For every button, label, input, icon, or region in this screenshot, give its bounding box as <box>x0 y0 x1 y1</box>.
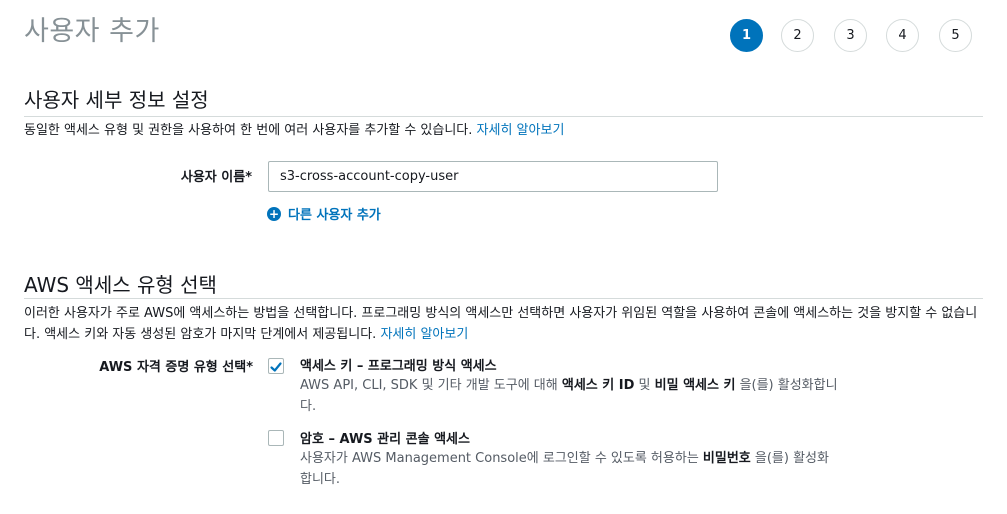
section-divider <box>24 298 983 299</box>
secret-access-key-term: 비밀 액세스 키 <box>654 378 736 393</box>
access-type-description-text: 이러한 사용자가 주로 AWS에 액세스하는 방법을 선택합니다. 프로그래밍 … <box>24 306 978 342</box>
step-1[interactable]: 1 <box>730 19 763 52</box>
add-another-user-link[interactable]: + 다른 사용자 추가 <box>267 204 381 223</box>
password-option-description: 사용자가 AWS Management Console에 로그인할 수 있도록 … <box>300 448 840 490</box>
credential-type-label: AWS 자격 증명 유형 선택* <box>99 360 253 375</box>
access-key-option-title: 액세스 키 – 프로그래밍 방식 액세스 <box>300 359 497 374</box>
access-key-id-term: 액세스 키 ID <box>561 378 635 393</box>
learn-more-link[interactable]: 자세히 알아보기 <box>380 327 468 342</box>
checkmark-icon <box>270 362 282 372</box>
password-checkbox[interactable] <box>268 430 284 446</box>
access-key-desc-text: AWS API, CLI, SDK 및 기타 개발 도구에 대해 <box>300 378 562 393</box>
step-5[interactable]: 5 <box>939 19 972 52</box>
section-divider <box>24 116 983 117</box>
learn-more-link[interactable]: 자세히 알아보기 <box>477 123 565 138</box>
password-option-title: 암호 – AWS 관리 콘솔 액세스 <box>300 432 470 447</box>
page-title: 사용자 추가 <box>24 16 160 47</box>
plus-circle-icon: + <box>267 206 281 221</box>
access-type-title: AWS 액세스 유형 선택 <box>24 273 217 297</box>
access-key-desc-joiner: 및 <box>634 378 655 393</box>
access-key-checkbox[interactable] <box>268 358 284 374</box>
user-details-description: 동일한 액세스 유형 및 권한을 사용하여 한 번에 여러 사용자를 추가할 수… <box>24 120 984 141</box>
access-key-option-description: AWS API, CLI, SDK 및 기타 개발 도구에 대해 액세스 키 I… <box>300 375 840 417</box>
user-details-title: 사용자 세부 정보 설정 <box>24 88 209 112</box>
password-term: 비밀번호 <box>702 451 751 466</box>
step-3[interactable]: 3 <box>834 19 867 52</box>
username-label: 사용자 이름* <box>180 170 252 185</box>
username-input[interactable] <box>268 161 718 192</box>
password-desc-text: 사용자가 AWS Management Console에 로그인할 수 있도록 … <box>300 451 703 466</box>
add-another-user-label: 다른 사용자 추가 <box>288 208 381 223</box>
access-type-description: 이러한 사용자가 주로 AWS에 액세스하는 방법을 선택합니다. 프로그래밍 … <box>24 303 979 345</box>
step-4[interactable]: 4 <box>886 19 919 52</box>
user-details-description-text: 동일한 액세스 유형 및 권한을 사용하여 한 번에 여러 사용자를 추가할 수… <box>24 123 473 138</box>
step-2[interactable]: 2 <box>781 19 814 52</box>
